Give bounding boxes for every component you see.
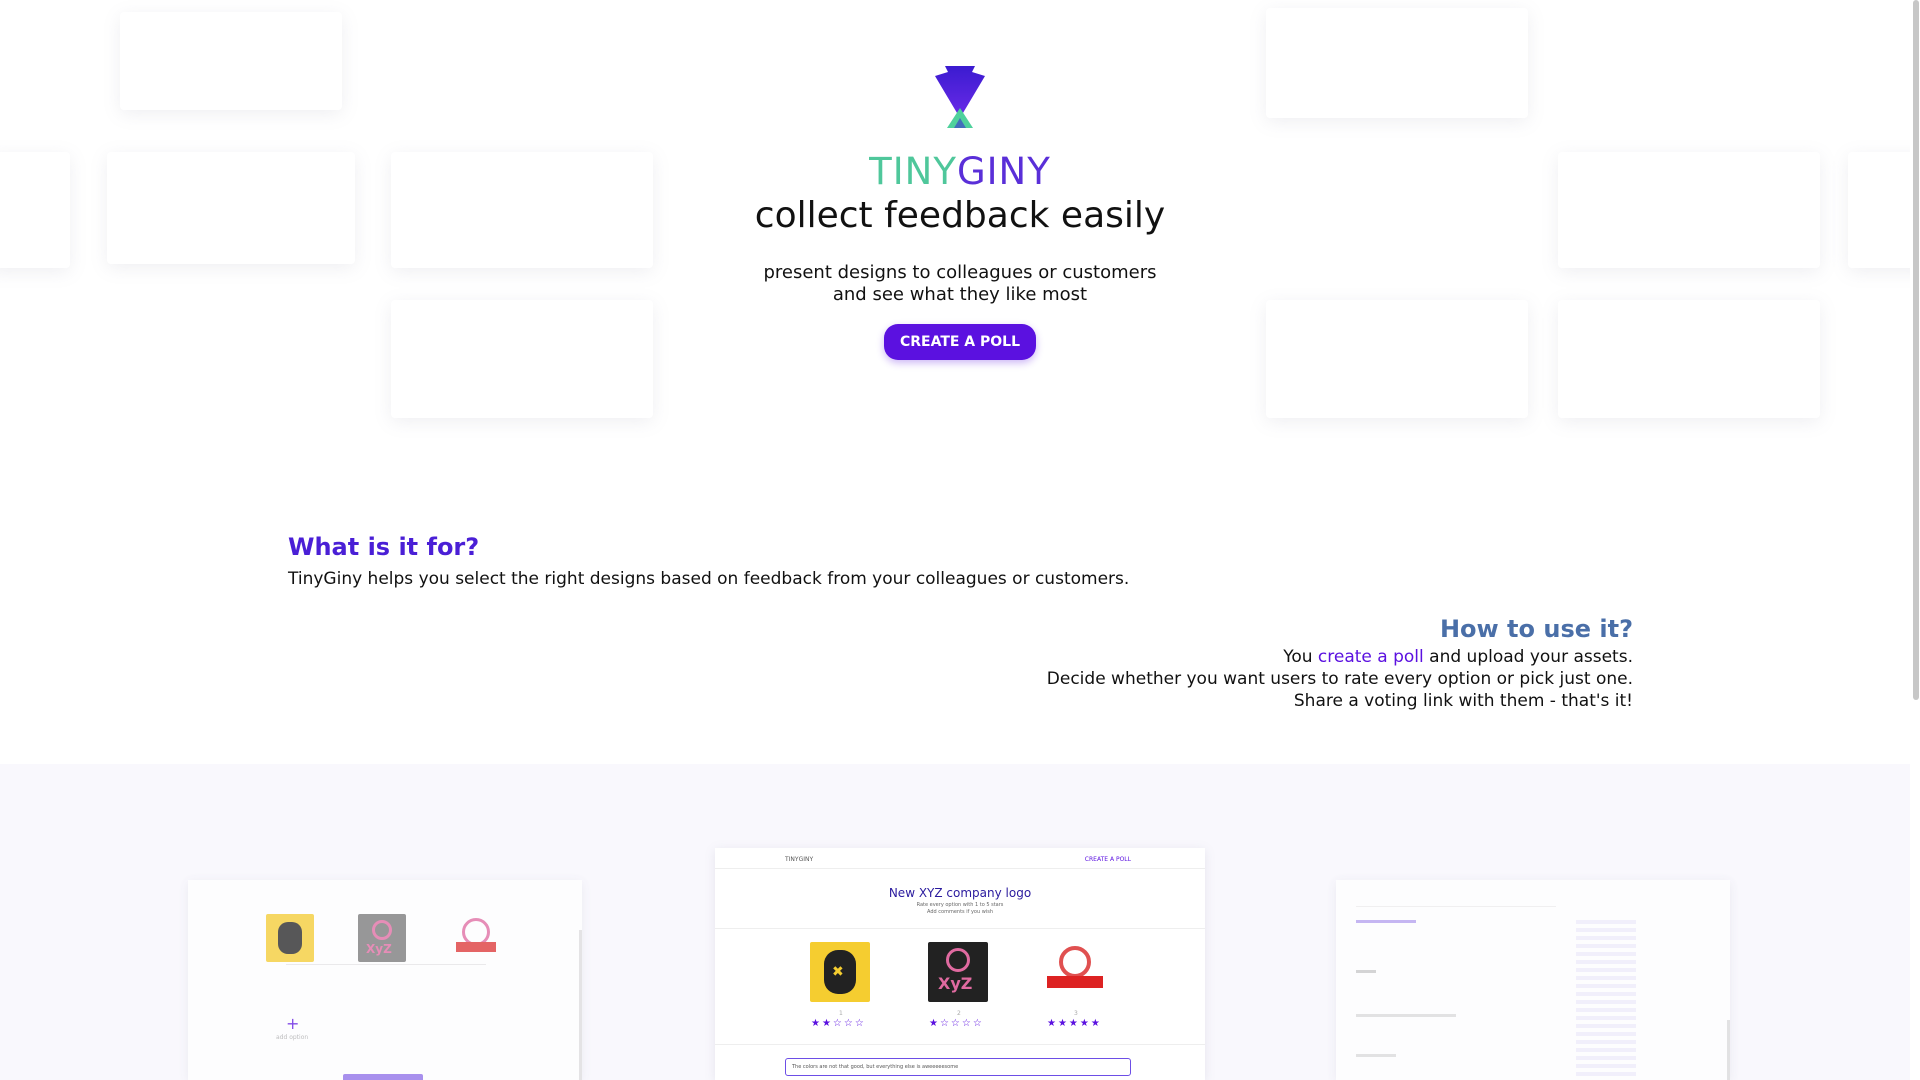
landing-page: TINYGINY collect feedback easily present… — [0, 0, 1920, 1080]
hero-subtitle: present designs to colleagues or custome… — [763, 262, 1156, 306]
results-rating-column — [1576, 916, 1636, 1076]
add-option-plus[interactable]: + — [286, 1014, 299, 1033]
option-3-image — [1045, 942, 1105, 1002]
hero-subtitle-line2: and see what they like most — [832, 284, 1088, 305]
info-section: What is it for? TinyGiny helps you selec… — [288, 530, 1633, 712]
screenshot-results — [1336, 880, 1730, 1080]
tinyginy-logo-icon — [935, 66, 985, 128]
screenshot-vote: TINYGINY CREATE A POLL New XYZ company l… — [715, 848, 1205, 1080]
option-2-number: 2 — [957, 1010, 961, 1017]
hero-headline: collect feedback easily — [754, 195, 1166, 236]
option-thumb — [452, 914, 500, 962]
how-line3: Share a voting link with them - that's i… — [1293, 691, 1633, 711]
option-2-image: XyZ — [928, 942, 988, 1002]
option-thumb — [266, 914, 314, 962]
what-heading: What is it for? — [288, 533, 480, 561]
option-thumb: XyZ — [358, 914, 406, 962]
hero-subtitle-line1: present designs to colleagues or custome… — [763, 262, 1157, 283]
poll-title: New XYZ company logo — [888, 886, 1032, 900]
mini-create-button[interactable] — [343, 1074, 423, 1080]
poll-sub1: Rate every option with 1 to 5 stars — [916, 902, 1004, 908]
how-line1: You create a poll and upload your assets… — [288, 646, 1633, 668]
option-1-number: 1 — [839, 1010, 843, 1017]
create-poll-link[interactable]: create a poll — [1318, 647, 1424, 667]
screenshot-create-poll: XyZ + add option — [188, 880, 582, 1080]
comment-input[interactable]: The colors are not that good, but everyt… — [785, 1058, 1131, 1076]
option-1-image: ✖ — [810, 942, 870, 1002]
create-poll-button[interactable]: CREATE A POLL — [883, 324, 1037, 360]
brand-giny: GINY — [956, 150, 1051, 193]
option-2-stars[interactable]: ★☆☆☆☆ — [929, 1018, 984, 1029]
what-text: TinyGiny helps you select the right desi… — [288, 569, 1130, 589]
how-heading: How to use it? — [1439, 615, 1633, 643]
comment-text: The colors are not that good, but everyt… — [792, 1064, 959, 1070]
screenshots-strip: XyZ + add option TINYGINY CREATE A POLL … — [0, 764, 1920, 1080]
brand-name: TINYGINY — [869, 150, 1051, 194]
how-block: How to use it? You create a poll and upl… — [288, 612, 1633, 712]
how-line1-prefix: You — [1283, 647, 1318, 667]
how-line2: Decide whether you want users to rate ev… — [1046, 669, 1633, 689]
poll-sub2: Add comments if you wish — [927, 909, 993, 915]
scrollbar[interactable] — [1910, 0, 1920, 1080]
mini-brand: TINYGINY — [785, 856, 814, 863]
option-3-stars[interactable]: ★★★★★ — [1047, 1018, 1102, 1029]
option-1-stars[interactable]: ★★☆☆☆ — [811, 1018, 866, 1029]
how-line1-suffix: and upload your assets. — [1423, 647, 1633, 667]
brand-tiny: TINY — [869, 150, 957, 193]
mini-nav-create[interactable]: CREATE A POLL — [1085, 856, 1131, 863]
add-option-label: add option — [276, 1034, 309, 1041]
hero-section: TINYGINY collect feedback easily present… — [0, 0, 1920, 480]
scrollbar-thumb[interactable] — [1913, 0, 1919, 700]
option-3-number: 3 — [1074, 1010, 1078, 1017]
